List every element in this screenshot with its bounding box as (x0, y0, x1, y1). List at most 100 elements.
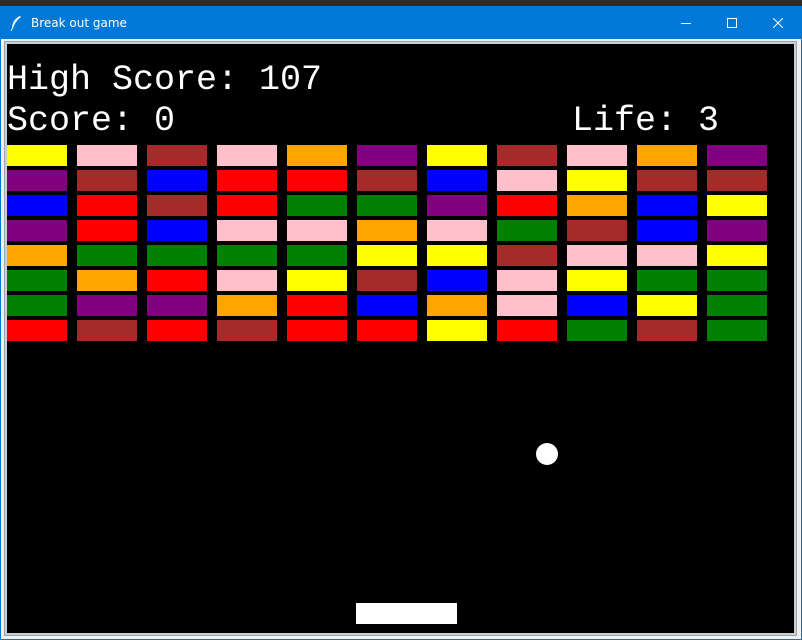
maximize-icon (727, 18, 737, 28)
brick (7, 320, 67, 341)
brick (77, 320, 137, 341)
brick (637, 320, 697, 341)
brick (147, 320, 207, 341)
brick (427, 320, 487, 341)
game-canvas[interactable]: High Score: 107 Score: 0 Life: 3 (7, 44, 794, 633)
brick (427, 295, 487, 316)
feather-app-icon (9, 15, 23, 32)
brick (497, 270, 557, 291)
brick (427, 245, 487, 266)
brick (287, 145, 347, 166)
brick (147, 270, 207, 291)
brick (637, 245, 697, 266)
brick (567, 295, 627, 316)
brick (287, 270, 347, 291)
brick (217, 295, 277, 316)
brick (707, 320, 767, 341)
brick (147, 145, 207, 166)
brick (217, 320, 277, 341)
brick (567, 170, 627, 191)
client-area: High Score: 107 Score: 0 Life: 3 (4, 41, 797, 636)
brick (707, 195, 767, 216)
brick (217, 170, 277, 191)
game-window: Break out game High Score: 107 Score: 0 … (0, 6, 802, 640)
brick (217, 195, 277, 216)
brick (637, 270, 697, 291)
brick (357, 270, 417, 291)
paddle[interactable] (356, 603, 457, 624)
brick (567, 195, 627, 216)
brick (77, 170, 137, 191)
brick (147, 195, 207, 216)
minimize-icon (681, 18, 691, 28)
brick (637, 195, 697, 216)
brick (287, 295, 347, 316)
brick (567, 320, 627, 341)
brick (637, 295, 697, 316)
brick (147, 245, 207, 266)
close-button[interactable] (755, 7, 801, 39)
brick (357, 145, 417, 166)
brick (287, 195, 347, 216)
high-score-label: High Score: 107 (7, 60, 323, 100)
brick (217, 220, 277, 241)
brick (637, 170, 697, 191)
brick (427, 270, 487, 291)
brick (217, 270, 277, 291)
brick (77, 220, 137, 241)
brick (427, 220, 487, 241)
score-label: Score: 0 (7, 101, 176, 141)
brick (7, 295, 67, 316)
brick (77, 270, 137, 291)
brick (707, 170, 767, 191)
brick (707, 270, 767, 291)
brick (497, 295, 557, 316)
brick (77, 245, 137, 266)
brick (7, 270, 67, 291)
brick (567, 145, 627, 166)
brick (147, 295, 207, 316)
brick (7, 195, 67, 216)
brick (357, 195, 417, 216)
minimize-button[interactable] (663, 7, 709, 39)
brick (637, 220, 697, 241)
brick (497, 170, 557, 191)
brick (357, 220, 417, 241)
brick (427, 195, 487, 216)
brick (567, 270, 627, 291)
brick (567, 245, 627, 266)
brick (287, 170, 347, 191)
brick (217, 245, 277, 266)
brick (77, 145, 137, 166)
brick (147, 220, 207, 241)
brick (497, 195, 557, 216)
ball (536, 443, 558, 465)
brick (707, 220, 767, 241)
brick (637, 145, 697, 166)
window-title: Break out game (31, 16, 127, 30)
life-label: Life: 3 (572, 101, 720, 141)
maximize-button[interactable] (709, 7, 755, 39)
brick (427, 145, 487, 166)
brick (77, 195, 137, 216)
brick (707, 145, 767, 166)
brick (217, 145, 277, 166)
brick (357, 245, 417, 266)
brick (7, 245, 67, 266)
brick (567, 220, 627, 241)
brick (287, 245, 347, 266)
title-bar[interactable]: Break out game (1, 7, 801, 39)
brick (357, 320, 417, 341)
brick (357, 295, 417, 316)
brick (7, 170, 67, 191)
brick (357, 170, 417, 191)
brick (147, 170, 207, 191)
brick (707, 295, 767, 316)
brick (707, 245, 767, 266)
brick (497, 145, 557, 166)
brick (497, 320, 557, 341)
close-icon (773, 18, 783, 28)
brick (7, 220, 67, 241)
brick (427, 170, 487, 191)
brick (497, 245, 557, 266)
